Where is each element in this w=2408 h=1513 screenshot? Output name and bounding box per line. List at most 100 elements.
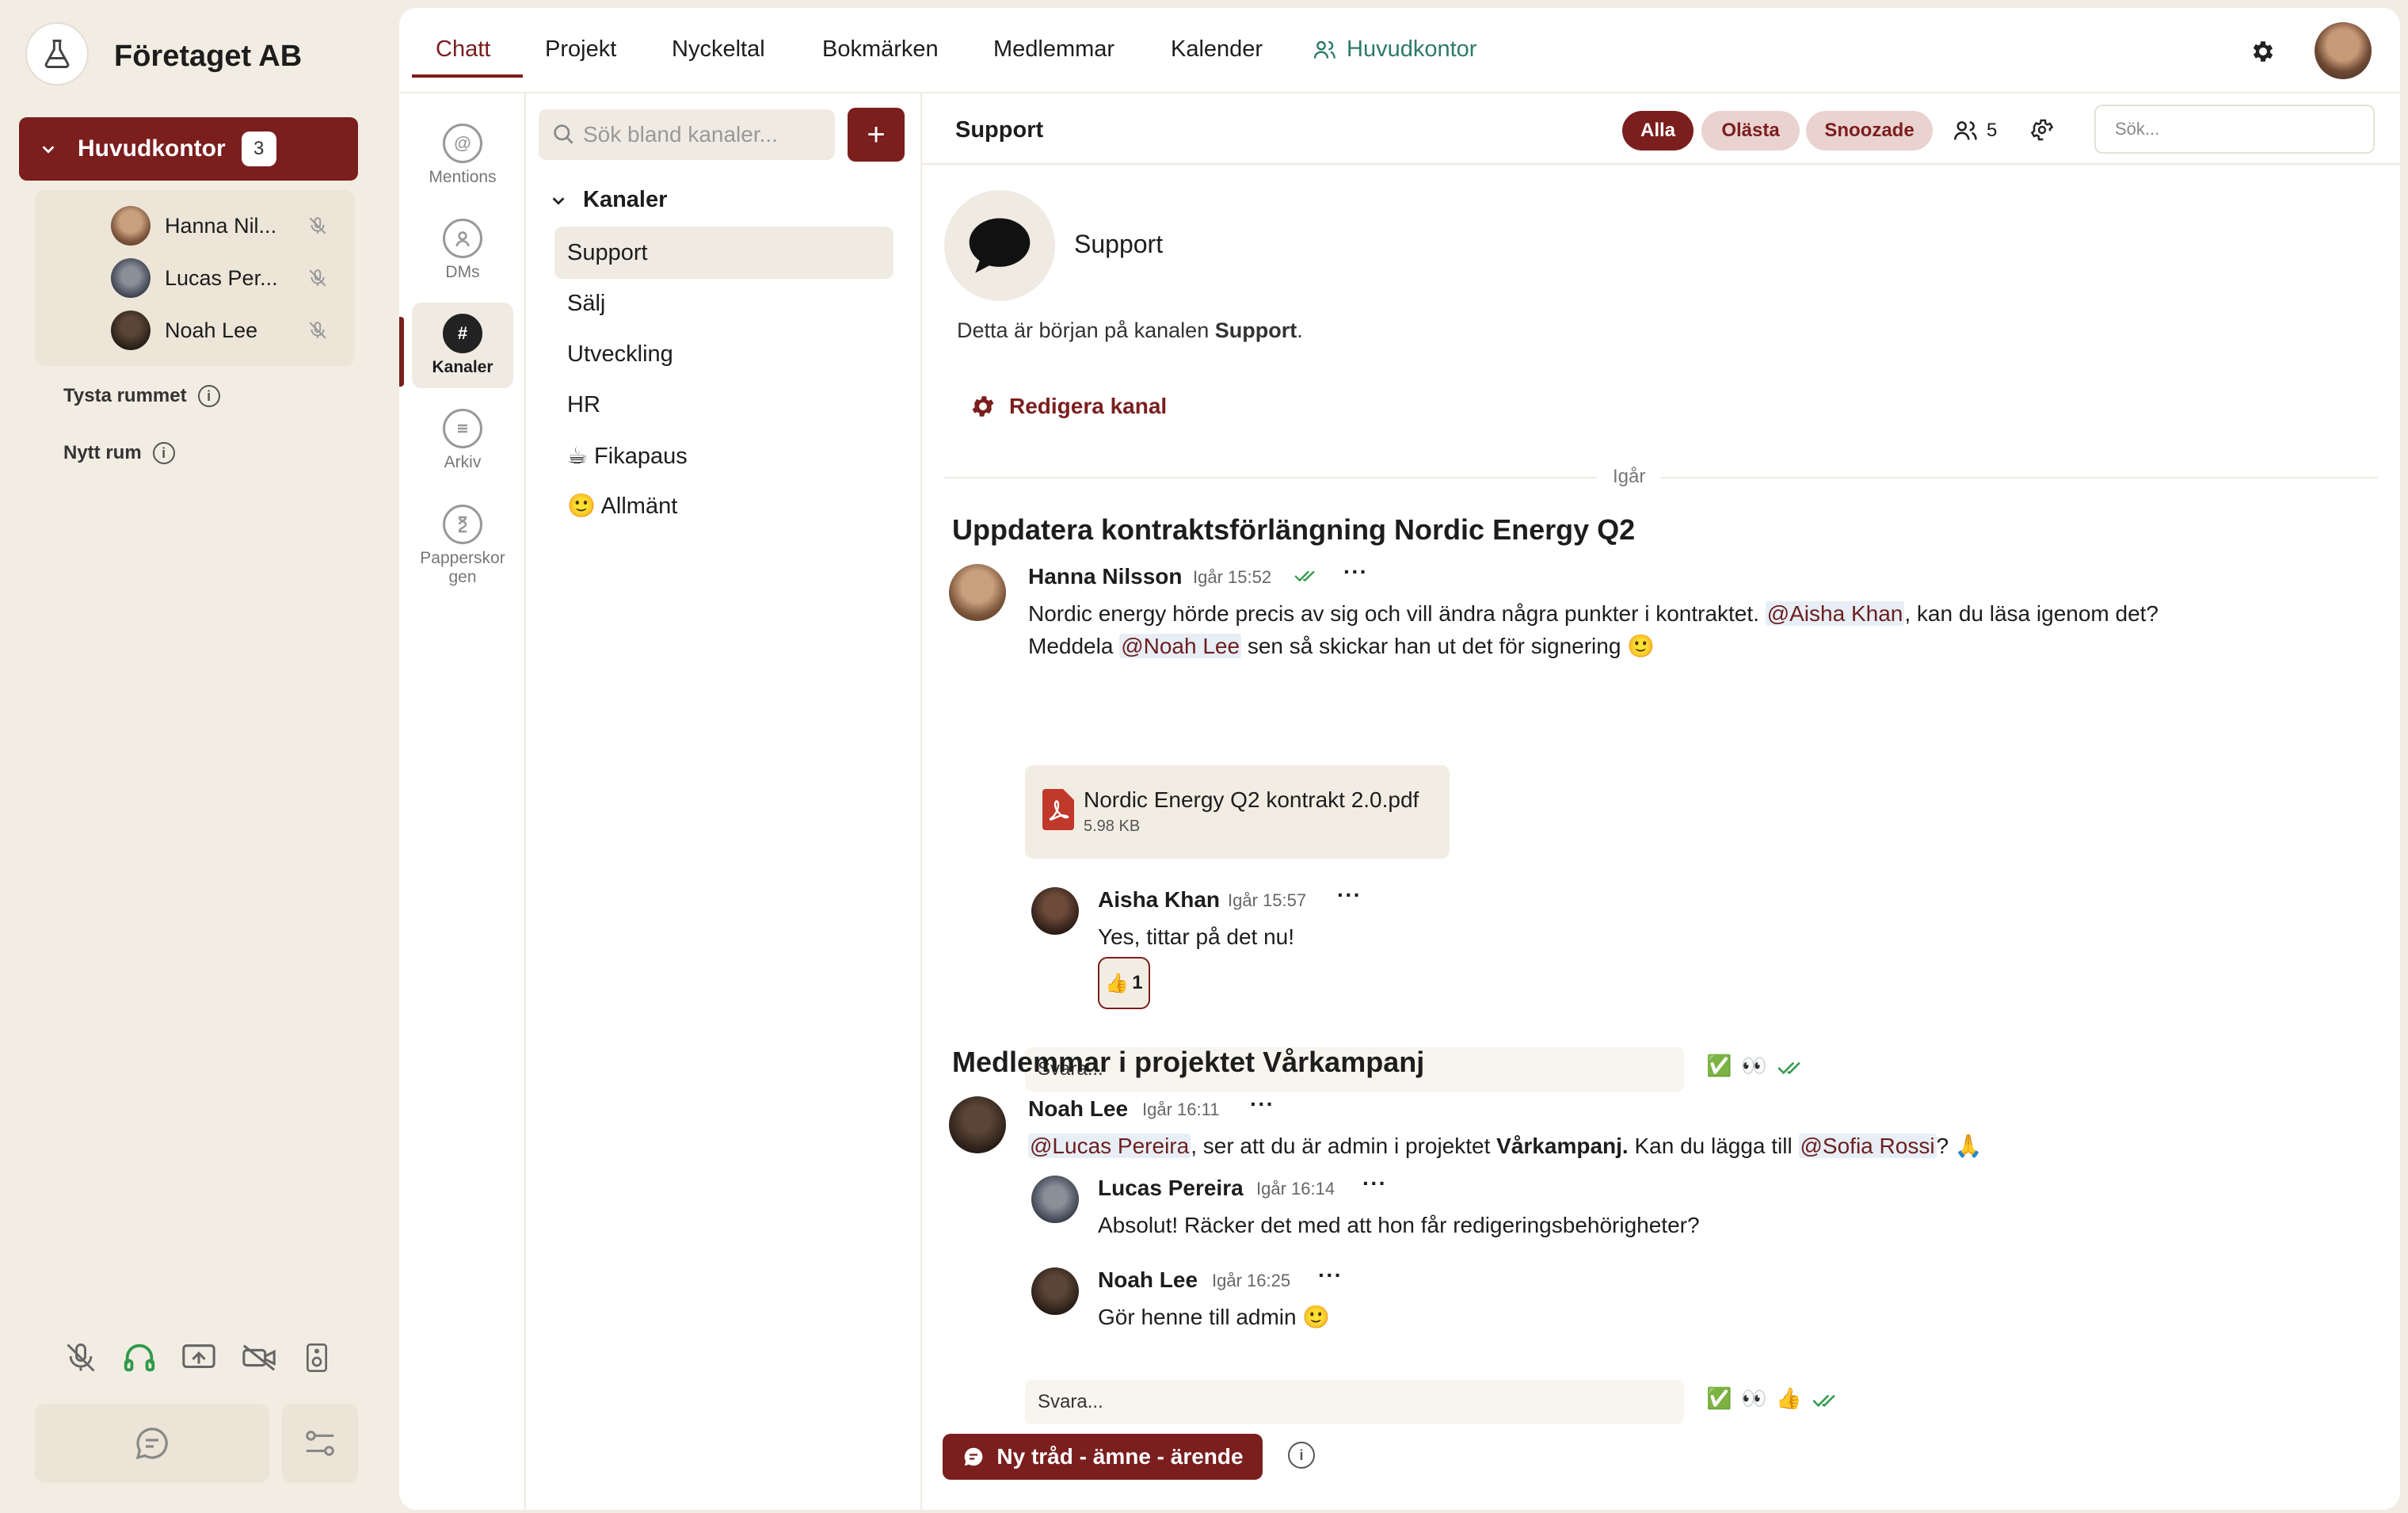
sidebar-link-quiet-room[interactable]: Tysta rummet i — [63, 385, 220, 407]
room-button-label: Huvudkontor — [78, 135, 226, 162]
avatar[interactable] — [1031, 887, 1079, 935]
mention[interactable]: @Noah Lee — [1119, 634, 1242, 658]
eyes-icon[interactable]: 👀 — [1741, 1386, 1766, 1411]
room-member[interactable]: Noah Lee — [111, 311, 328, 350]
mic-muted-icon[interactable] — [63, 1340, 98, 1375]
info-icon[interactable]: i — [1288, 1442, 1315, 1469]
chevron-down-icon — [42, 146, 55, 154]
room-button-huvudkontor[interactable]: Huvudkontor 3 — [19, 117, 358, 181]
channel-group-header[interactable]: Kanaler — [550, 187, 667, 213]
tab-projekt[interactable]: Projekt — [545, 36, 616, 63]
channel-item-salj[interactable]: Sälj — [554, 277, 893, 330]
channel-item-utveckling[interactable]: Utveckling — [554, 328, 893, 380]
rail-item-kanaler[interactable]: # Kanaler — [412, 303, 513, 388]
new-thread-button[interactable]: Ny tråd - ämne - ärende — [943, 1434, 1263, 1480]
channel-search-input[interactable]: Sök bland kanaler... — [539, 109, 835, 160]
channel-item-fikapaus[interactable]: ☕ Fikapaus — [554, 429, 893, 482]
room-member[interactable]: Hanna Nil... — [111, 206, 328, 246]
camera-off-icon[interactable] — [240, 1340, 278, 1376]
workspace-logo[interactable] — [25, 22, 89, 86]
mic-muted-icon — [309, 217, 326, 234]
room-members-list: Hanna Nil... Lucas Per... Noah Lee — [35, 190, 355, 366]
hourglass-icon — [443, 505, 482, 544]
sidebar-link-new-room[interactable]: Nytt rum i — [63, 442, 175, 464]
edit-channel-button[interactable]: Redigera kanal — [970, 393, 1167, 420]
headphones-icon[interactable] — [121, 1340, 158, 1376]
settings-sliders-button[interactable] — [282, 1404, 358, 1483]
open-chat-button[interactable] — [35, 1404, 269, 1483]
message-more-button[interactable]: ··· — [1250, 1092, 1274, 1117]
mention[interactable]: @Sofia Rossi — [1798, 1134, 1937, 1158]
reaction-count: 1 — [1132, 972, 1143, 993]
message-more-button[interactable]: ··· — [1362, 1171, 1387, 1196]
message-text: ? 🙏 — [1936, 1134, 1983, 1158]
chat-bubble-icon — [965, 1447, 983, 1466]
avatar — [111, 206, 150, 246]
avatar[interactable] — [949, 564, 1006, 621]
check-mark-icon[interactable]: ✅ — [1706, 1054, 1732, 1078]
new-thread-label: Ny tråd - ämne - ärende — [996, 1444, 1244, 1469]
gear-icon[interactable] — [2250, 38, 2277, 65]
rail-item-dms[interactable]: DMs — [412, 208, 513, 293]
message-author[interactable]: Noah Lee — [1028, 1096, 1128, 1122]
message-body: Nordic energy hörde precis av sig och vi… — [1028, 597, 2375, 662]
flask-icon — [44, 40, 70, 68]
tab-kalender[interactable]: Kalender — [1171, 36, 1263, 63]
tab-bokmarken[interactable]: Bokmärken — [822, 36, 939, 63]
message-text: sen så skickar han ut det för signering … — [1241, 634, 1656, 658]
avatar[interactable] — [1031, 1176, 1079, 1223]
thread-reply-input[interactable]: Svara... — [1025, 1380, 1684, 1424]
message-author[interactable]: Lucas Pereira — [1098, 1176, 1244, 1201]
tab-medlemmar[interactable]: Medlemmar — [993, 36, 1114, 63]
message-text: Nordic energy hörde precis av sig och vi… — [1028, 601, 1766, 626]
mention[interactable]: @Aisha Khan — [1765, 601, 1905, 626]
message-body: @Lucas Pereira, ser att du är admin i pr… — [1028, 1130, 2375, 1162]
thumbs-up-icon[interactable]: 👍 — [1776, 1386, 1801, 1411]
add-channel-button[interactable]: + — [848, 108, 905, 162]
mention[interactable]: @Lucas Pereira — [1028, 1134, 1191, 1158]
screen-share-icon[interactable] — [181, 1340, 217, 1376]
tab-room-huvudkontor[interactable]: Huvudkontor — [1312, 36, 1476, 63]
room-member[interactable]: Lucas Per... — [111, 258, 328, 298]
file-attachment[interactable]: Nordic Energy Q2 kontrakt 2.0.pdf 5.98 K… — [1025, 765, 1450, 859]
tab-nyckeltal[interactable]: Nyckeltal — [672, 36, 765, 63]
reaction-thumbs-up[interactable]: 👍 1 — [1098, 957, 1150, 1009]
check-mark-icon[interactable]: ✅ — [1706, 1386, 1732, 1411]
user-avatar[interactable] — [2315, 22, 2372, 79]
double-check-icon[interactable] — [1812, 1391, 1842, 1410]
message-more-button[interactable]: ··· — [1343, 559, 1368, 585]
channel-item-hr[interactable]: HR — [554, 379, 893, 431]
message-author[interactable]: Aisha Khan — [1098, 887, 1220, 913]
rail-item-papperskorgen[interactable]: Papperskor gen — [412, 493, 513, 599]
thread-title[interactable]: Medlemmar i projektet Vårkampanj — [952, 1046, 1424, 1079]
channel-item-allmant[interactable]: 🙂 Allmänt — [554, 480, 893, 532]
gear-icon[interactable] — [2029, 117, 2055, 143]
thread-title[interactable]: Uppdatera kontraktsförlängning Nordic En… — [952, 513, 1635, 547]
message-more-button[interactable]: ··· — [1337, 882, 1362, 908]
message-author[interactable]: Hanna Nilsson — [1028, 564, 1182, 589]
filter-unread[interactable]: Olästa — [1701, 111, 1800, 151]
filter-all[interactable]: Alla — [1622, 111, 1694, 151]
eyes-icon[interactable]: 👀 — [1741, 1054, 1766, 1078]
rail-item-label: DMs — [445, 263, 480, 281]
channel-members-button[interactable]: 5 — [1952, 117, 1997, 144]
rail-item-arkiv[interactable]: Arkiv — [412, 398, 513, 483]
filter-snoozed[interactable]: Snoozade — [1806, 111, 1933, 151]
tab-chatt[interactable]: Chatt — [436, 36, 490, 63]
info-icon[interactable]: i — [197, 385, 220, 407]
message-author[interactable]: Noah Lee — [1098, 1267, 1198, 1293]
message-timestamp: Igår 15:57 — [1228, 890, 1307, 910]
avatar[interactable] — [1031, 1267, 1079, 1315]
message-body: Absolut! Räcker det med att hon får redi… — [1098, 1213, 1700, 1237]
channel-item-support[interactable]: Support — [554, 227, 893, 279]
message-search-input[interactable]: Sök... — [2094, 105, 2375, 154]
channel-list-panel: Sök bland kanaler... + Kanaler Support S… — [526, 93, 922, 1510]
avatar[interactable] — [949, 1096, 1006, 1153]
top-navigation: Chatt Projekt Nyckeltal Bokmärken Medlem… — [399, 8, 2400, 93]
info-icon[interactable]: i — [152, 442, 175, 464]
rail-item-mentions[interactable]: @ Mentions — [412, 112, 513, 198]
navigation-rail: @ Mentions DMs # Kanaler Arkiv Pappersko… — [399, 93, 526, 1510]
device-speaker-icon[interactable] — [301, 1340, 333, 1376]
double-check-icon[interactable] — [1777, 1058, 1808, 1077]
message-more-button[interactable]: ··· — [1318, 1263, 1343, 1288]
